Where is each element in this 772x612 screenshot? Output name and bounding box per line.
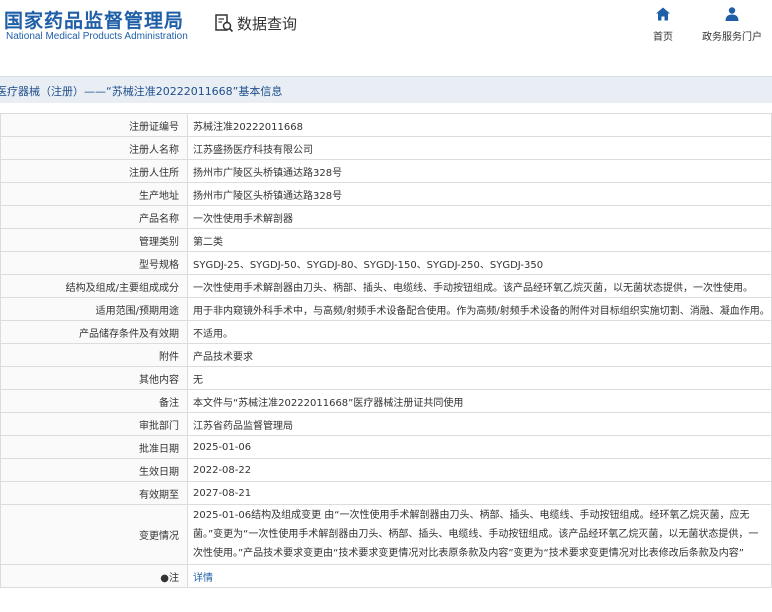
nav-home-label: 首页 <box>653 32 673 43</box>
row-key: 适用范围/预期用途 <box>0 297 188 321</box>
row-value: 用于非内窥镜外科手术中，与高频/射频手术设备配合使用。作为高频/射频手术设备的附… <box>187 297 772 321</box>
table-row: 备注 本文件与“苏械注准20222011668”医疗器械注册证共同使用 <box>0 389 772 413</box>
table-row: 生效日期 2022-08-22 <box>0 458 772 482</box>
row-value: 2027-08-21 <box>187 481 772 505</box>
row-value: SYGDJ-25、SYGDJ-50、SYGDJ-80、SYGDJ-150、SYG… <box>187 251 772 275</box>
table-row: 其他内容无 <box>0 366 772 390</box>
row-value: 第二类 <box>187 228 772 252</box>
row-key: 注册证编号 <box>0 113 188 137</box>
breadcrumb-text: 医疗器械（注册）——“苏械注准20222011668”基本信息 <box>0 85 283 98</box>
table-row: 结构及组成/主要组成成分 一次性使用手术解剖器由刀头、柄部、插头、电缆线、手动按钮… <box>0 274 772 298</box>
breadcrumb: 医疗器械（注册）——“苏械注准20222011668”基本信息 <box>0 76 772 103</box>
table-row: 批准日期 2025-01-06 <box>0 435 772 459</box>
row-value: 详情 <box>187 564 772 588</box>
table-row: 注册人住所 扬州市广陵区头桥镇通达路328号 <box>0 159 772 183</box>
row-key: 产品储存条件及有效期 <box>0 320 188 344</box>
user-icon <box>725 7 739 21</box>
nav-home[interactable]: 首页 <box>628 6 698 43</box>
detail-table: 注册证编号 苏械注准20222011668 注册人名称 江苏盛扬医疗科技有限公司 注… <box>0 113 772 588</box>
table-row: ●注 详情 <box>0 564 772 588</box>
row-key: 有效期至 <box>0 481 188 505</box>
row-key: 审批部门 <box>0 412 188 436</box>
table-row: 注册人名称 江苏盛扬医疗科技有限公司 <box>0 136 772 160</box>
site-logo-title[interactable]: 国家药品监督管理局 <box>4 6 184 33</box>
row-key: 注册人住所 <box>0 159 188 183</box>
row-value: 一次性使用手术解剖器由刀头、柄部、插头、电缆线、手动按钮组成。该产品经环氧乙烷灭… <box>187 274 772 298</box>
row-key: 结构及组成/主要组成成分 <box>0 274 188 298</box>
details-link[interactable]: 详情 <box>193 573 213 584</box>
nav-gov-portal[interactable]: 政务服务门户 <box>697 6 767 43</box>
table-row: 有效期至 2027-08-21 <box>0 481 772 505</box>
data-query-label: 数据查询 <box>237 14 298 33</box>
row-key: 型号规格 <box>0 251 188 275</box>
row-value: 江苏盛扬医疗科技有限公司 <box>187 136 772 160</box>
row-value: 扬州市广陵区头桥镇通达路328号 <box>187 182 772 206</box>
row-value: 江苏省药品监督管理局 <box>187 412 772 436</box>
row-key: 生产地址 <box>0 182 188 206</box>
table-row: 型号规格 SYGDJ-25、SYGDJ-50、SYGDJ-80、SYGDJ-150… <box>0 251 772 275</box>
site-logo-subtitle[interactable]: National Medical Products Administration <box>6 31 188 42</box>
row-key: 变更情况 <box>0 504 188 565</box>
row-value: 不适用。 <box>187 320 772 344</box>
table-row: 产品名称 一次性使用手术解剖器 <box>0 205 772 229</box>
row-key: ●注 <box>0 564 188 588</box>
table-row: 生产地址 扬州市广陵区头桥镇通达路328号 <box>0 182 772 206</box>
row-key: 注册人名称 <box>0 136 188 160</box>
row-value: 2022-08-22 <box>187 458 772 482</box>
row-key: 生效日期 <box>0 458 188 482</box>
data-query-icon <box>215 14 234 33</box>
row-key: 其他内容 <box>0 366 188 390</box>
table-row: 变更情况 2025-01-06结构及组成变更 由“一次性使用手术解剖器由刀头、柄部… <box>0 504 772 565</box>
row-value: 2025-01-06结构及组成变更 由“一次性使用手术解剖器由刀头、柄部、插头、… <box>187 504 772 565</box>
table-row: 适用范围/预期用途 用于非内窥镜外科手术中，与高频/射频手术设备配合使用。作为高频… <box>0 297 772 321</box>
row-key: 产品名称 <box>0 205 188 229</box>
row-key: 管理类别 <box>0 228 188 252</box>
site-header: 国家药品监督管理局 National Medical Products Admi… <box>0 0 772 64</box>
row-value: 本文件与“苏械注准20222011668”医疗器械注册证共同使用 <box>187 389 772 413</box>
home-icon <box>656 7 670 21</box>
row-value: 2025-01-06 <box>187 435 772 459</box>
row-key: 附件 <box>0 343 188 367</box>
table-row: 产品储存条件及有效期 不适用。 <box>0 320 772 344</box>
table-row: 审批部门 江苏省药品监督管理局 <box>0 412 772 436</box>
data-query-link[interactable]: 数据查询 <box>214 11 297 35</box>
row-value: 苏械注准20222011668 <box>187 113 772 137</box>
nav-gov-label: 政务服务门户 <box>702 32 762 43</box>
table-row: 注册证编号 苏械注准20222011668 <box>0 113 772 137</box>
row-value: 扬州市广陵区头桥镇通达路328号 <box>187 159 772 183</box>
row-value: 一次性使用手术解剖器 <box>187 205 772 229</box>
row-key: 备注 <box>0 389 188 413</box>
table-row: 附件 产品技术要求 <box>0 343 772 367</box>
row-value: 无 <box>187 366 772 390</box>
row-key: 批准日期 <box>0 435 188 459</box>
table-row: 管理类别 第二类 <box>0 228 772 252</box>
row-value: 产品技术要求 <box>187 343 772 367</box>
